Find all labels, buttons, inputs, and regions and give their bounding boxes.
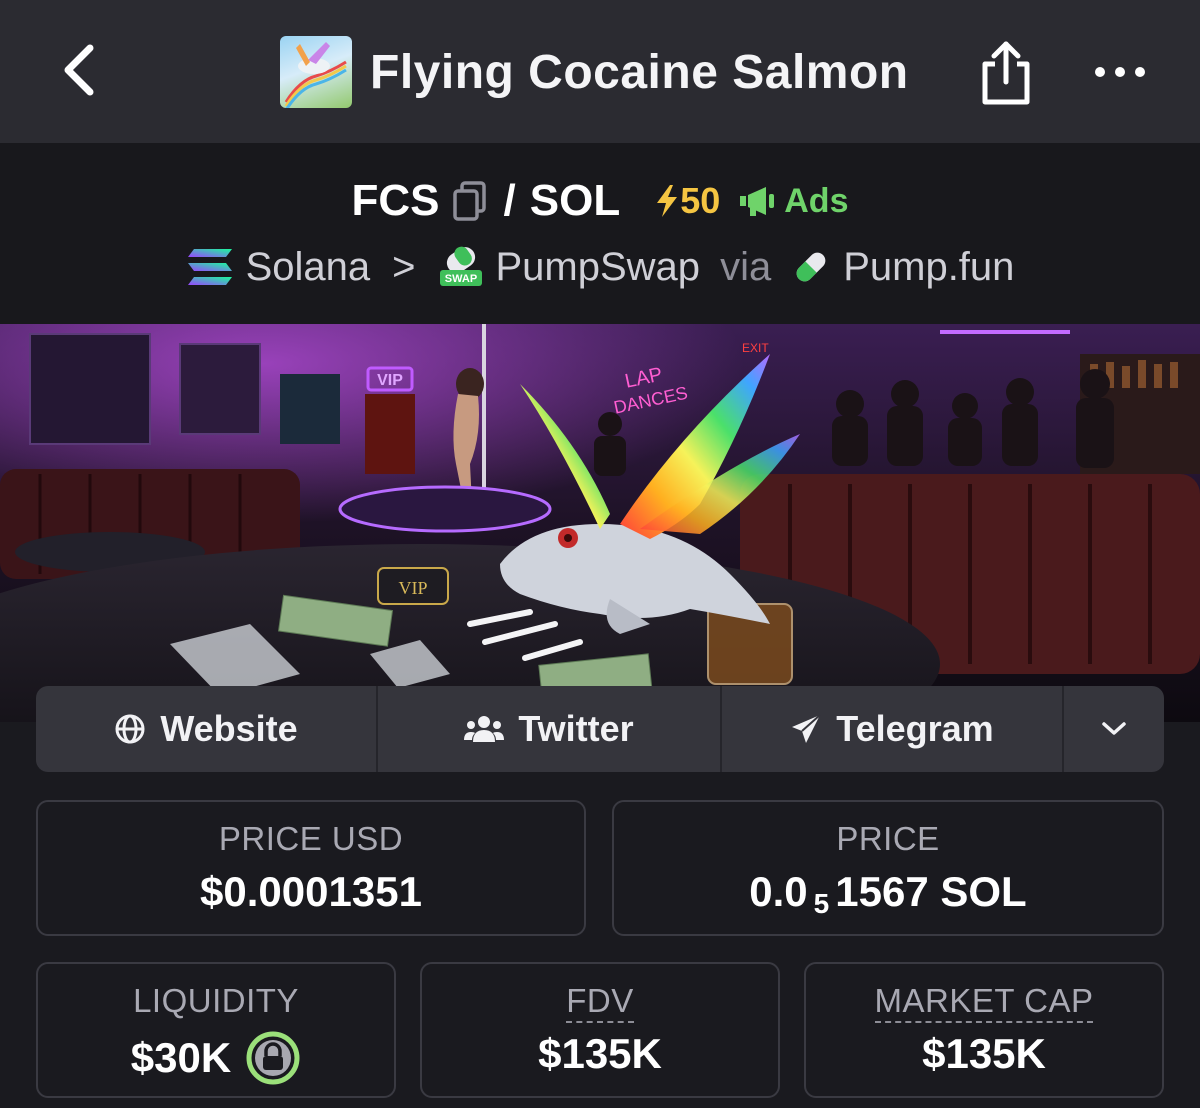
fdv-card: FDV $135K: [420, 962, 780, 1098]
twitter-button[interactable]: Twitter: [378, 686, 722, 772]
ashtray-vip: VIP: [398, 578, 427, 598]
liquidity-card: LIQUIDITY $30K: [36, 962, 396, 1098]
pumpswap-icon[interactable]: SWAP: [438, 246, 484, 288]
market-cap-value: $135K: [922, 1030, 1046, 1077]
token-avatar: [280, 36, 352, 108]
boost-badge[interactable]: 50: [654, 180, 720, 222]
price-usd-card: PRICE USD $0.0001351: [36, 800, 586, 936]
pair-info: FCS / SOL 50 Ads Solana > SWAP PumpSwap …: [0, 143, 1200, 324]
price-native-card: PRICE 0.0 5 1567 SOL: [612, 800, 1164, 936]
svg-text:SWAP: SWAP: [444, 273, 476, 285]
ads-badge[interactable]: Ads: [738, 182, 848, 221]
users-icon: [464, 716, 505, 742]
price-prefix: 0.0: [749, 868, 808, 915]
market-cap-label[interactable]: MARKET CAP: [874, 982, 1094, 1023]
lock-icon[interactable]: [245, 1030, 301, 1086]
globe-icon: [115, 714, 145, 744]
via-label: via: [720, 244, 772, 289]
base-token-symbol: FCS: [351, 176, 440, 225]
more-button[interactable]: [1090, 50, 1150, 94]
lightning-icon: [657, 185, 678, 217]
fdv-label[interactable]: FDV: [566, 982, 634, 1023]
telegram-label: Telegram: [836, 708, 994, 749]
social-links-bar: Website Twitter Telegram: [36, 686, 1164, 772]
copy-icon[interactable]: [450, 179, 490, 223]
liquidity-label: LIQUIDITY: [133, 982, 299, 1019]
liquidity-value-row: $30K: [38, 1030, 394, 1086]
token-title-group: Flying Cocaine Salmon: [280, 36, 909, 108]
solana-icon[interactable]: [186, 247, 234, 287]
liquidity-value: $30K: [130, 1034, 232, 1081]
boost-count: 50: [680, 180, 721, 221]
chevron-left-icon: [64, 44, 94, 96]
launchpad-name[interactable]: Pump.fun: [843, 245, 1014, 290]
price-zero-count: 5: [813, 888, 830, 919]
fdv-value: $135K: [538, 1030, 662, 1077]
fdv-label-wrap: FDV: [422, 982, 778, 1023]
token-banner-image: VIP LAP DANCES EXIT VIP: [0, 324, 1200, 722]
links-dropdown-button[interactable]: [1064, 686, 1164, 772]
breadcrumb: Solana > SWAP PumpSwap via Pump.fun: [0, 241, 1200, 293]
twitter-label: Twitter: [518, 708, 634, 749]
price-digits: 1567 SOL: [835, 868, 1027, 915]
pair-line: FCS / SOL 50 Ads: [0, 173, 1200, 229]
price-native-label: PRICE: [836, 820, 940, 857]
top-bar: Flying Cocaine Salmon: [0, 0, 1200, 143]
mcap-label-wrap: MARKET CAP: [806, 982, 1162, 1023]
share-icon: [982, 41, 1030, 105]
ads-label: Ads: [784, 181, 849, 220]
chain-name[interactable]: Solana: [246, 245, 371, 290]
page-title: Flying Cocaine Salmon: [370, 45, 909, 99]
chevron-down-icon: [1102, 722, 1126, 735]
vip-sign: VIP: [377, 372, 403, 389]
price-usd-value: $0.0001351: [200, 868, 422, 915]
back-button[interactable]: [52, 38, 108, 102]
pair-separator: /: [503, 176, 516, 225]
website-button[interactable]: Website: [36, 686, 378, 772]
price-usd-label: PRICE USD: [218, 820, 404, 857]
market-cap-card: MARKET CAP $135K: [804, 962, 1164, 1098]
website-label: Website: [160, 708, 298, 749]
exit-sign: EXIT: [742, 341, 769, 355]
quote-token-symbol: SOL: [529, 176, 621, 225]
breadcrumb-separator: >: [392, 244, 416, 289]
telegram-button[interactable]: Telegram: [722, 686, 1064, 772]
more-dots-icon: [1095, 67, 1145, 77]
pill-icon[interactable]: [791, 247, 831, 287]
price-native-value: 0.0 5 1567 SOL: [614, 868, 1162, 919]
share-button[interactable]: [975, 36, 1037, 108]
paper-plane-icon: [792, 714, 821, 743]
megaphone-icon: [740, 187, 775, 216]
dex-name[interactable]: PumpSwap: [496, 245, 701, 290]
